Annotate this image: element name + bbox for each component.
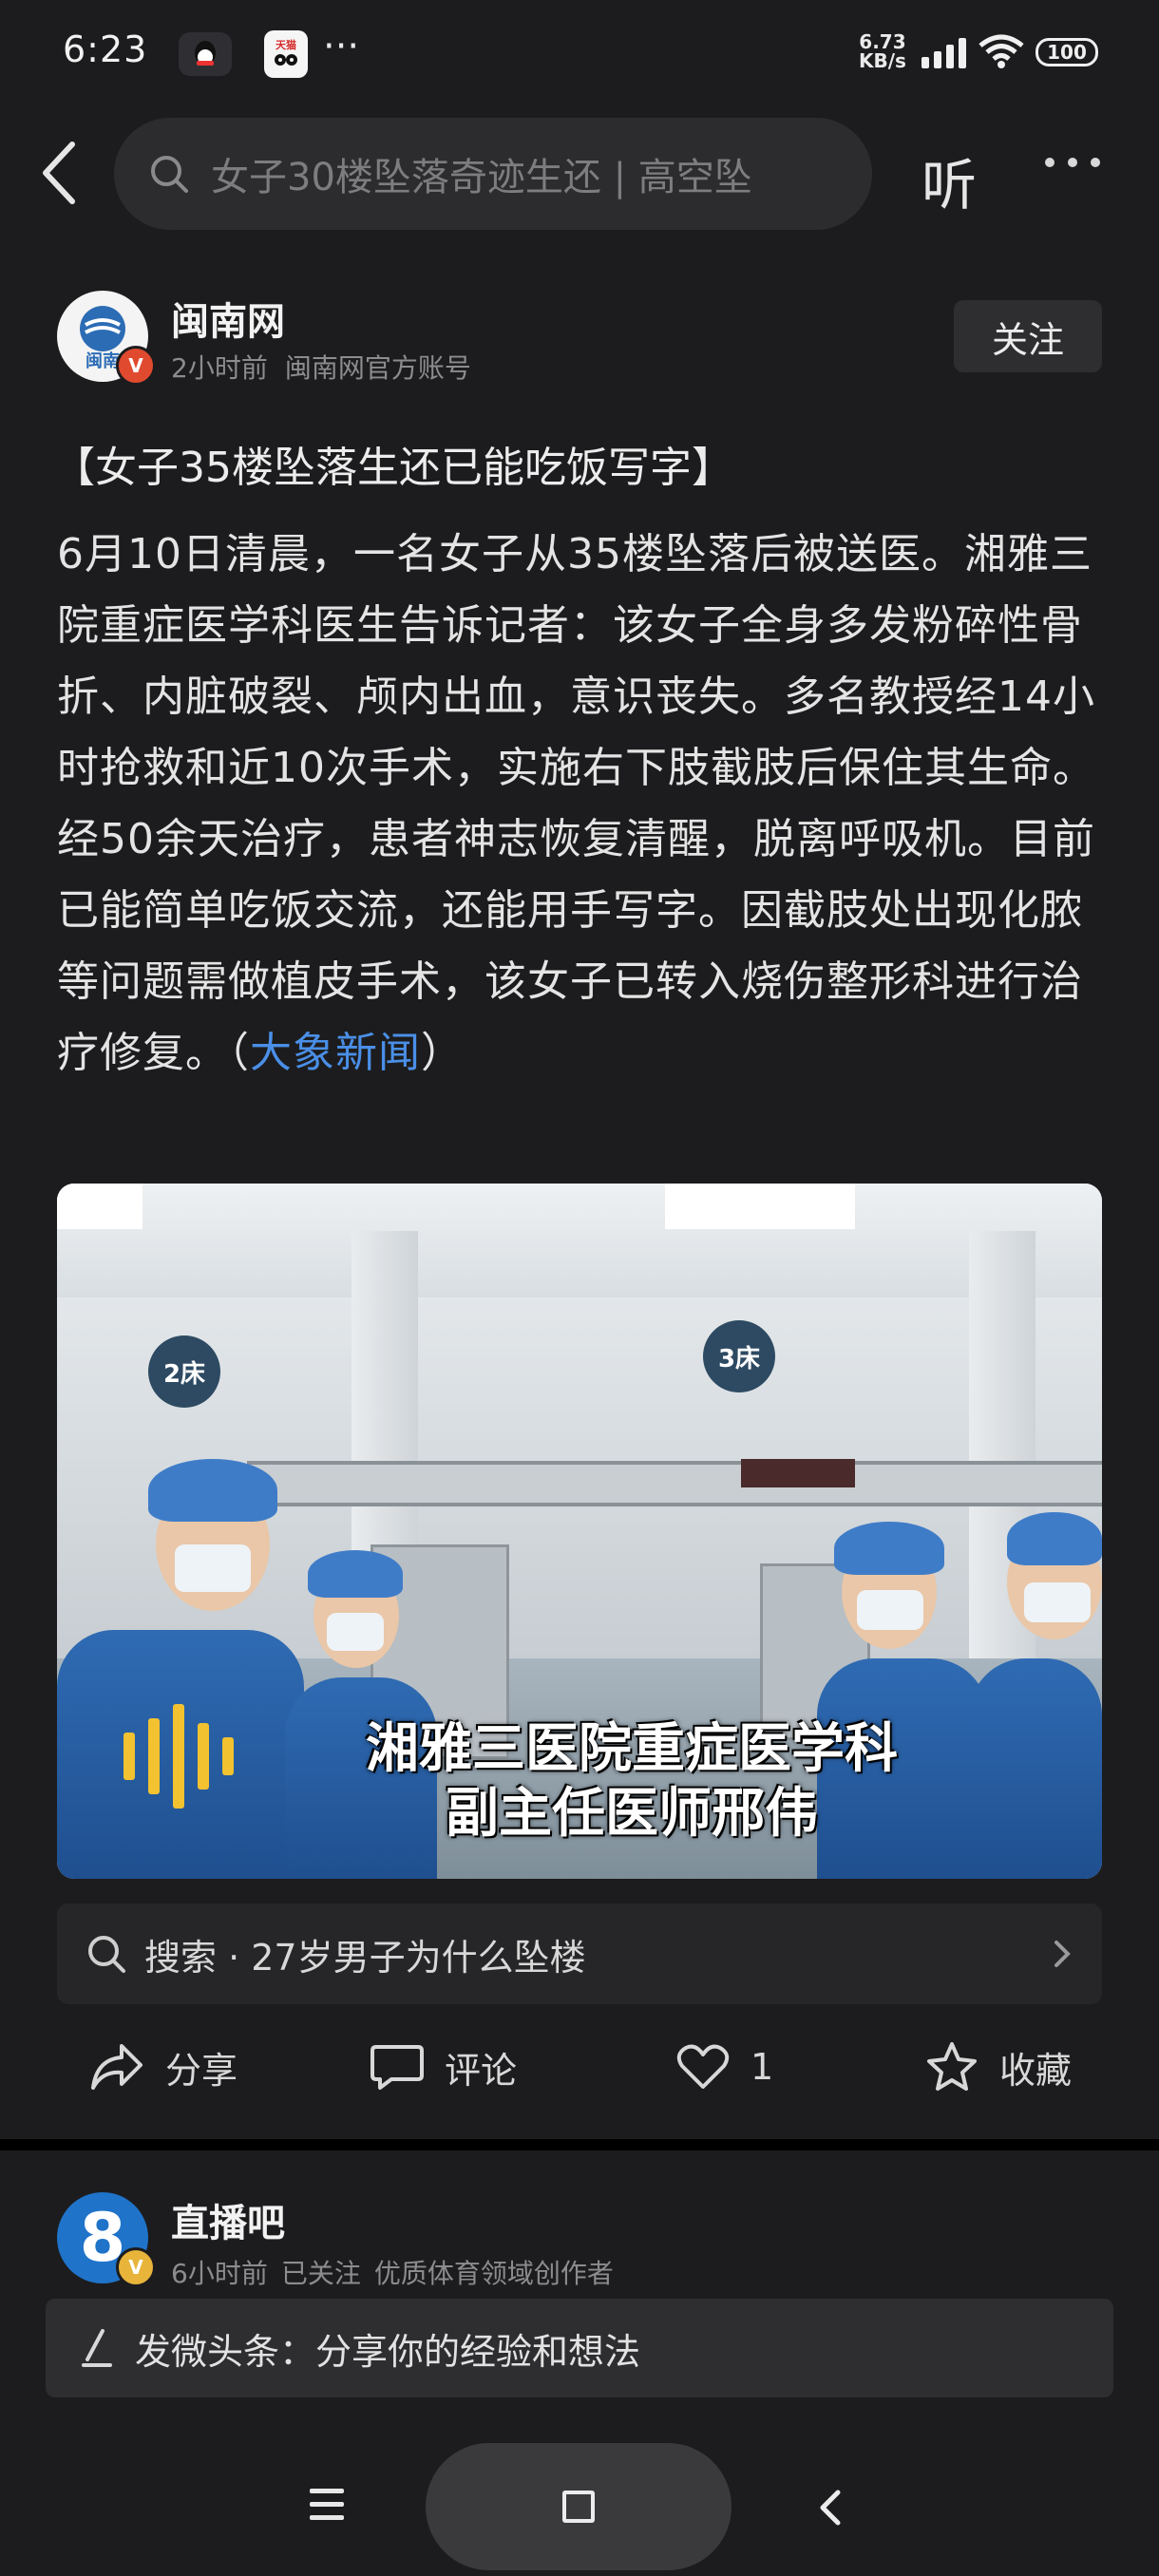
battery-indicator: 100: [1036, 38, 1098, 66]
network-speed: 6.73 KB/s: [859, 32, 906, 70]
verified-badge: V: [116, 2247, 156, 2287]
next-author-meta: 6小时前 已关注 优质体育领域创作者: [171, 2253, 627, 2291]
back-button[interactable]: [38, 139, 95, 207]
search-icon: [151, 156, 188, 193]
bed-2-sign: 2床: [148, 1335, 220, 1408]
back-icon: [820, 2490, 841, 2526]
qq-notification-icon: [179, 32, 232, 76]
net-speed-value: 6.73: [859, 30, 906, 53]
post-time: 2小时前: [171, 352, 268, 384]
source-link[interactable]: 大象新闻: [250, 1029, 421, 1077]
heart-icon: [676, 2044, 730, 2089]
author-meta: 2小时前 闽南网官方账号: [171, 348, 488, 386]
like-button[interactable]: 1: [676, 2033, 773, 2101]
share-label: 分享: [165, 2049, 238, 2092]
status-more-icon: ···: [323, 25, 360, 68]
wifi-icon: [978, 34, 1024, 72]
follow-button[interactable]: 关注: [954, 300, 1102, 372]
comment-button[interactable]: 评论: [370, 2033, 517, 2101]
status-time: 6:23: [63, 28, 148, 70]
like-count: 1: [750, 2046, 774, 2088]
next-author-avatar[interactable]: 8 V: [57, 2192, 156, 2287]
listen-button[interactable]: 听: [922, 141, 977, 220]
feed-divider: [0, 2139, 1159, 2150]
post-body: 6月10日清晨，一名女子从35楼坠落后被送医。湘雅三院重症医学科医生告诉记者：该…: [57, 519, 1102, 1089]
favorite-button[interactable]: 收藏: [925, 2033, 1072, 2101]
next-followed-status: 已关注: [280, 2258, 361, 2289]
home-button[interactable]: [426, 2443, 732, 2570]
share-button[interactable]: 分享: [89, 2033, 238, 2101]
post-title: 【女子35楼坠落生还已能吃饭写字】: [53, 444, 733, 492]
video-player[interactable]: 2床 3床 湘雅三医院重症医学科 副主任医师邢伟: [57, 1184, 1102, 1879]
tmall-notification-icon: 天猫: [264, 30, 308, 78]
tmall-label: 天猫: [276, 39, 296, 51]
nav-back-button[interactable]: [815, 2487, 844, 2532]
related-search[interactable]: 搜索 · 27岁男子为什么坠楼: [57, 1904, 1102, 2004]
comment-label: 评论: [445, 2049, 518, 2092]
menu-icon[interactable]: [310, 2489, 344, 2529]
net-speed-unit: KB/s: [859, 49, 906, 72]
favorite-label: 收藏: [999, 2049, 1073, 2092]
video-caption-line2: 副主任医师邢伟: [446, 1783, 818, 1845]
author-name[interactable]: 闽南网: [171, 291, 285, 346]
home-icon: [562, 2491, 595, 2523]
share-icon: [91, 2044, 142, 2090]
related-search-text: 搜索 · 27岁男子为什么坠楼: [144, 1936, 586, 1979]
chevron-right-icon: [1054, 1941, 1071, 1967]
bed-3-sign: 3床: [703, 1320, 775, 1392]
search-icon: [88, 1936, 125, 1973]
next-author-description: 优质体育领域创作者: [373, 2258, 614, 2289]
more-options-icon[interactable]: [1045, 158, 1100, 167]
post-body-close: ）: [421, 1029, 464, 1077]
pencil-icon: [82, 2329, 112, 2367]
composer-placeholder: 发微头条：分享你的经验和想法: [135, 2330, 641, 2373]
signal-icon: [922, 38, 966, 68]
author-description: 闽南网官方账号: [284, 352, 471, 384]
post-body-text: 6月10日清晨，一名女子从35楼坠落后被送医。湘雅三院重症医学科医生告诉记者：该…: [57, 530, 1095, 1077]
next-author-name[interactable]: 直播吧: [171, 2192, 285, 2247]
search-query: 女子30楼坠落奇迹生还 | 高空坠: [211, 156, 752, 199]
search-bar[interactable]: 女子30楼坠落奇迹生还 | 高空坠: [114, 118, 872, 230]
star-icon: [927, 2042, 977, 2091]
post-composer[interactable]: 发微头条：分享你的经验和想法: [46, 2299, 1113, 2397]
author-avatar[interactable]: 闽南 V: [57, 291, 156, 386]
verified-badge: V: [116, 346, 156, 386]
next-post-time: 6小时前: [171, 2258, 268, 2289]
comment-icon: [370, 2045, 424, 2090]
